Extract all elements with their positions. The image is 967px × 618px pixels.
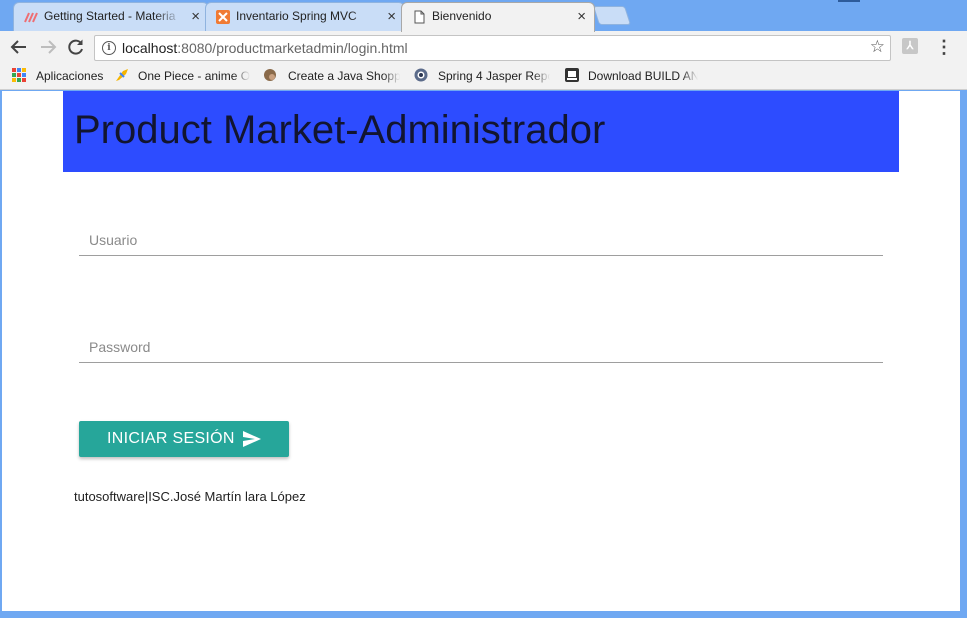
login-button-label: INICIAR SESIÓN (107, 430, 235, 447)
tab-title: Getting Started - Materia (44, 9, 176, 23)
materialize-icon (24, 12, 38, 23)
tab-getting-started[interactable]: Getting Started - Materia × (13, 2, 209, 31)
bookmark-apps[interactable]: Aplicaciones (36, 69, 103, 83)
send-icon (243, 431, 261, 447)
tab-strip: Getting Started - Materia × Inventario S… (0, 0, 967, 32)
tab-close-icon[interactable]: × (387, 3, 396, 30)
tab-close-icon[interactable]: × (577, 3, 586, 30)
bookmark-java-shopping[interactable]: Create a Java Shoppin (288, 69, 400, 83)
bookmark-download-build[interactable]: Download BUILD AN (588, 69, 698, 83)
username-input[interactable] (79, 225, 883, 255)
download-icon (565, 68, 579, 82)
tab-close-icon[interactable]: × (191, 3, 200, 30)
back-button[interactable] (8, 35, 30, 59)
page-title: Product Market-Administrador (74, 108, 606, 152)
menu-icon[interactable]: ⋮ (935, 35, 953, 59)
page-content: Product Market-Administrador INICIAR SES… (2, 91, 960, 611)
password-input[interactable] (79, 332, 883, 362)
spring-icon (414, 68, 428, 82)
new-tab-button[interactable] (592, 6, 632, 25)
pdf-extension-icon[interactable]: ⅄ (902, 38, 918, 54)
browser-toolbar: i localhost:8080/productmarketadmin/logi… (0, 31, 967, 64)
reload-button[interactable] (65, 35, 87, 59)
bookmark-star-icon[interactable]: ☆ (870, 37, 885, 57)
username-field[interactable] (79, 225, 883, 256)
info-icon[interactable]: i (102, 41, 116, 55)
onepiece-icon (116, 69, 128, 81)
url-text[interactable]: localhost:8080/productmarketadmin/login.… (122, 40, 408, 56)
minimize-icon[interactable] (838, 0, 860, 2)
address-bar[interactable]: i localhost:8080/productmarketadmin/logi… (94, 35, 891, 61)
password-field[interactable] (79, 332, 883, 363)
tab-inventario[interactable]: Inventario Spring MVC × (205, 2, 405, 31)
reload-icon (68, 39, 83, 55)
forward-button[interactable] (37, 35, 59, 59)
bookmark-onepiece[interactable]: One Piece - anime On (138, 69, 250, 83)
bookmark-spring-jasper[interactable]: Spring 4 Jasper Repo (438, 69, 550, 83)
tab-bienvenido[interactable]: Bienvenido × (401, 2, 595, 32)
url-host: localhost (122, 40, 178, 56)
apps-icon[interactable] (12, 68, 26, 82)
forward-arrow-icon (41, 40, 57, 54)
page-icon (414, 10, 425, 24)
login-button[interactable]: INICIAR SESIÓN (79, 421, 289, 457)
tab-title: Bienvenido (432, 9, 492, 23)
java-icon (264, 69, 276, 81)
window-frame-bottom (0, 611, 967, 618)
url-path: :8080/productmarketadmin/login.html (177, 40, 408, 56)
footer-credit: tutosoftware|ISC.José Martín lara López (74, 489, 306, 504)
back-arrow-icon (10, 40, 26, 54)
window-frame-right (960, 91, 967, 618)
tab-title: Inventario Spring MVC (236, 9, 357, 23)
xampp-icon (216, 10, 230, 24)
header-bar: Product Market-Administrador (63, 91, 899, 172)
